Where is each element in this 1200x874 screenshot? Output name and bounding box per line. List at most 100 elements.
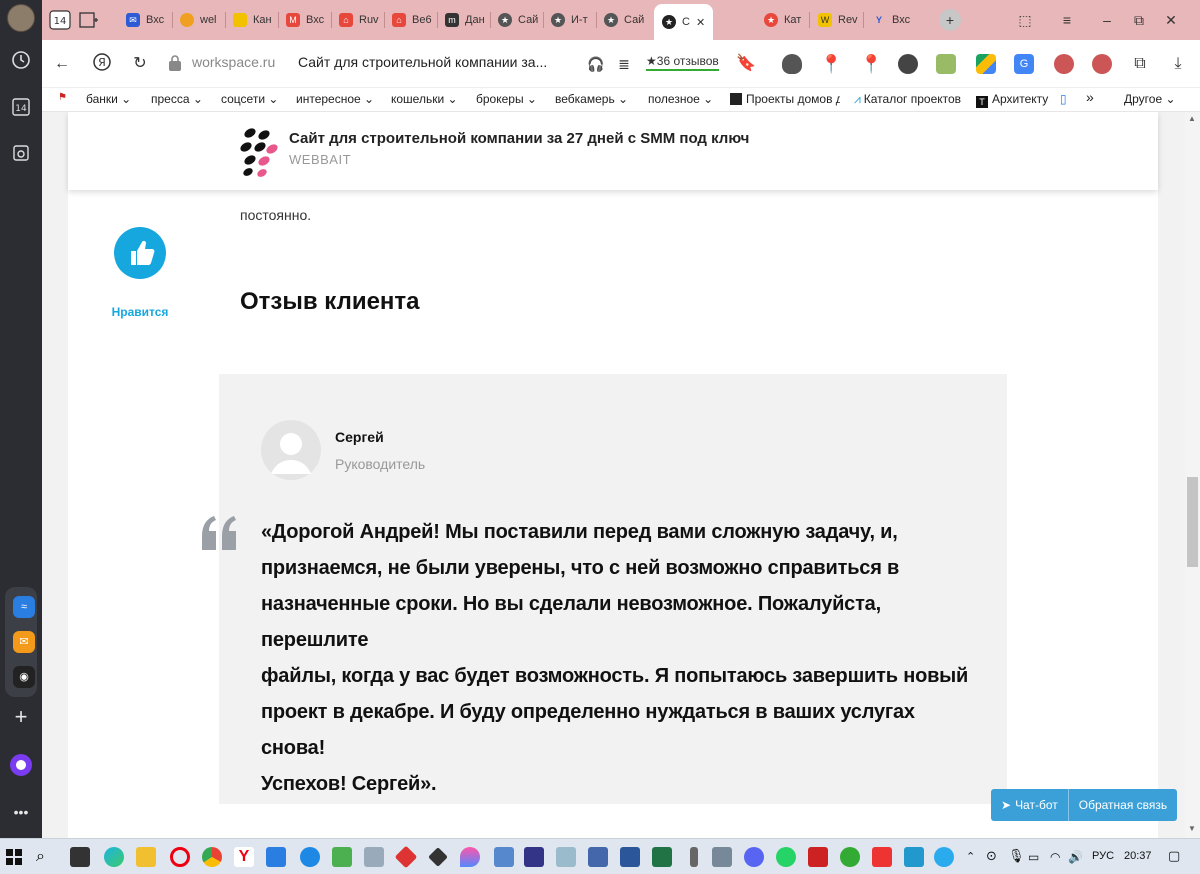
explorer-icon[interactable] bbox=[136, 847, 156, 867]
taskbar-app-icon[interactable] bbox=[70, 847, 90, 867]
page-scrollbar[interactable]: ▲ ▼ bbox=[1185, 112, 1200, 838]
like-label[interactable]: Нравится bbox=[110, 305, 170, 319]
app-red2-icon[interactable] bbox=[808, 847, 828, 867]
usb-icon[interactable] bbox=[690, 847, 698, 867]
tab-3[interactable]: Кан bbox=[233, 6, 272, 34]
back-button[interactable]: ← bbox=[50, 52, 74, 76]
extension-gear-icon[interactable] bbox=[898, 54, 918, 74]
page-title-url[interactable]: Сайт для строительной компании за... bbox=[298, 54, 547, 70]
new-tab-button[interactable]: + bbox=[939, 9, 961, 31]
app-blue-icon[interactable] bbox=[494, 847, 514, 867]
whatsapp-icon[interactable] bbox=[776, 847, 796, 867]
app-gradient-icon[interactable] bbox=[460, 847, 480, 867]
microphone-icon[interactable]: 🎙 bbox=[1008, 848, 1025, 864]
extension-chart-icon[interactable] bbox=[936, 54, 956, 74]
tray-app-icon[interactable]: ⊙ bbox=[986, 848, 997, 864]
bookmark-flag-icon[interactable]: ⚑ bbox=[58, 92, 67, 103]
mail-app-icon[interactable] bbox=[266, 847, 286, 867]
bookmark-icon[interactable]: ▯ bbox=[1060, 92, 1067, 106]
tab-7[interactable]: m Дан bbox=[445, 6, 485, 34]
agency-name[interactable]: WEBBAIT bbox=[289, 152, 351, 167]
discord-icon[interactable] bbox=[744, 847, 764, 867]
map-pin-icon[interactable]: 📍 bbox=[860, 54, 882, 74]
project-title[interactable]: Сайт для строительной компании за 27 дне… bbox=[289, 130, 749, 147]
tab-14[interactable]: Y Вхс bbox=[872, 6, 910, 34]
tab-10[interactable]: ★ Сай bbox=[604, 6, 644, 34]
app-camera-icon[interactable]: ◉ bbox=[13, 666, 35, 688]
drive-icon[interactable] bbox=[976, 54, 996, 74]
wifi-icon[interactable]: ◠ bbox=[1050, 850, 1060, 864]
tray-expand-icon[interactable]: ⌃ bbox=[966, 850, 975, 863]
excel-icon[interactable] bbox=[652, 847, 672, 867]
history-icon[interactable] bbox=[9, 50, 33, 74]
download-icon[interactable]: ⤓ bbox=[1166, 52, 1190, 76]
app-red3-icon[interactable] bbox=[872, 847, 892, 867]
tab-manager-icon[interactable]: 14 bbox=[48, 6, 72, 34]
alice-icon[interactable] bbox=[9, 753, 33, 777]
tab-5[interactable]: ⌂ Ruv bbox=[339, 6, 379, 34]
lock-icon[interactable] bbox=[168, 54, 182, 72]
tab-6[interactable]: ⌂ Ве6 bbox=[392, 6, 432, 34]
tab-9[interactable]: ★ И-т bbox=[551, 6, 588, 34]
bookmark-folder[interactable]: полезное ⌄ bbox=[648, 92, 713, 106]
tab-12[interactable]: ★ Кат bbox=[764, 6, 801, 34]
bookmark-icon[interactable]: 🔖 bbox=[734, 52, 758, 76]
close-tab-icon[interactable]: ✕ bbox=[696, 16, 705, 29]
clock[interactable]: 20:37 bbox=[1124, 850, 1152, 862]
reviews-badge[interactable]: ★36 отзывов bbox=[646, 54, 719, 71]
app-red-icon[interactable] bbox=[394, 845, 418, 869]
edge-icon[interactable] bbox=[104, 847, 124, 867]
bookmark-folder[interactable]: брокеры ⌄ bbox=[476, 92, 537, 106]
tab-13[interactable]: W Rev bbox=[818, 6, 858, 34]
bookmark-link[interactable]: ⩘ Каталог проектов bbox=[854, 92, 964, 107]
bookmark-folder[interactable]: интересное ⌄ bbox=[296, 92, 374, 106]
bookmark-folder[interactable]: пресса ⌄ bbox=[151, 92, 203, 106]
scroll-down-icon[interactable]: ▼ bbox=[1188, 824, 1196, 833]
windows-start-icon[interactable] bbox=[6, 849, 22, 865]
sheet-app-icon[interactable] bbox=[332, 847, 352, 867]
save-app-icon[interactable] bbox=[524, 847, 544, 867]
profile-avatar[interactable] bbox=[7, 4, 35, 32]
app-mail-icon[interactable]: ✉ bbox=[13, 631, 35, 653]
notes-app-icon[interactable] bbox=[556, 847, 576, 867]
tab-2[interactable]: wel bbox=[180, 6, 217, 34]
bookmark-folder[interactable]: кошельки ⌄ bbox=[391, 92, 458, 106]
search-icon[interactable]: ⌕ bbox=[36, 847, 56, 867]
like-button[interactable] bbox=[114, 227, 166, 279]
tab-1[interactable]: ✉ Вхс bbox=[126, 6, 164, 34]
bookmarks-more[interactable]: » bbox=[1086, 89, 1094, 105]
reload-button[interactable]: ↻ bbox=[128, 52, 152, 76]
url-host[interactable]: workspace.ru bbox=[192, 54, 275, 70]
yandex-home-icon[interactable]: Я bbox=[90, 52, 114, 76]
battery-icon[interactable]: ▭ bbox=[1028, 850, 1039, 864]
translate-icon[interactable]: G bbox=[1014, 54, 1034, 74]
app-messenger-icon[interactable]: ≈ bbox=[13, 596, 35, 618]
bookmark-link[interactable]: Проекты домов д bbox=[730, 92, 840, 106]
app-dark-icon[interactable] bbox=[428, 847, 448, 867]
shield-icon[interactable] bbox=[782, 54, 802, 74]
extensions-icon[interactable]: ⧉ bbox=[1128, 52, 1152, 76]
word-icon[interactable] bbox=[620, 847, 640, 867]
minimize-button[interactable]: – bbox=[1095, 8, 1119, 32]
bookmark-link[interactable]: T Архитекту bbox=[976, 92, 1052, 108]
yandex-browser-icon[interactable]: Y bbox=[234, 847, 254, 867]
reader-icon[interactable]: ≣ bbox=[612, 52, 636, 76]
app-green-icon[interactable] bbox=[840, 847, 860, 867]
paint-app-icon[interactable] bbox=[364, 847, 384, 867]
restore-button[interactable]: ⧉ bbox=[1127, 8, 1151, 32]
scroll-up-icon[interactable]: ▲ bbox=[1188, 114, 1196, 123]
bookmark-folder[interactable]: соцсети ⌄ bbox=[221, 92, 278, 106]
webbait-logo-icon[interactable] bbox=[240, 127, 280, 177]
menu-icon[interactable]: ≡ bbox=[1055, 8, 1079, 32]
headphones-icon[interactable]: 🎧 bbox=[584, 52, 608, 76]
notifications-icon[interactable]: ▢ bbox=[1168, 848, 1180, 864]
chrome-icon[interactable] bbox=[202, 847, 222, 867]
opera-icon[interactable] bbox=[170, 847, 190, 867]
chat-bot-button[interactable]: ➤ Чат-бот bbox=[991, 789, 1068, 821]
scrollbar-thumb[interactable] bbox=[1187, 477, 1198, 567]
doc-app-icon[interactable] bbox=[588, 847, 608, 867]
extension-avatar2-icon[interactable] bbox=[1092, 54, 1112, 74]
tabs-counter-icon[interactable]: 14 bbox=[9, 97, 33, 121]
language-indicator[interactable]: РУС bbox=[1092, 850, 1114, 862]
add-app-icon[interactable]: + bbox=[9, 705, 33, 729]
